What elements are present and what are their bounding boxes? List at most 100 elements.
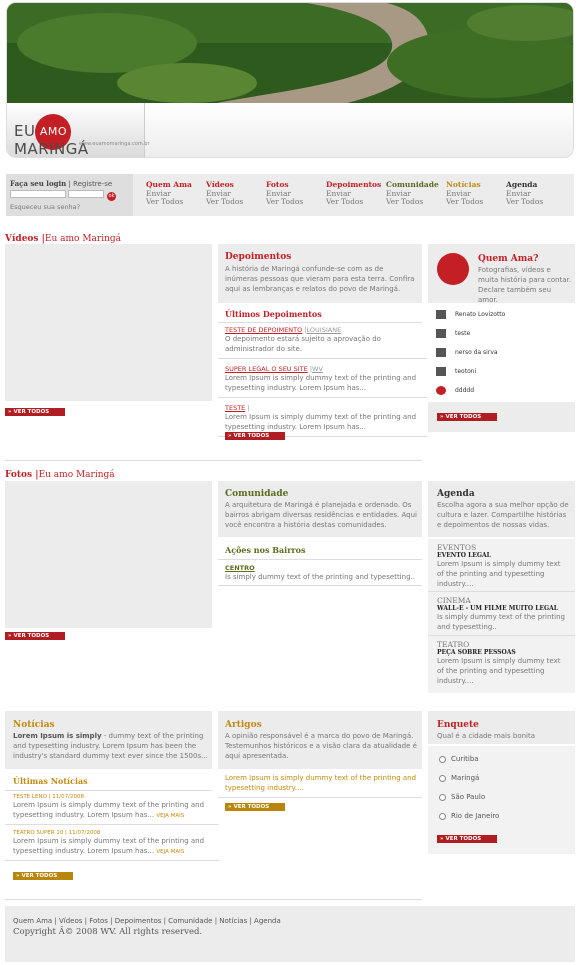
poll-option[interactable]: Rio de Janeiro — [439, 812, 499, 820]
agenda-event: CINEMA WALL-E - UM FILME MUITO LEGAL Is si… — [428, 591, 575, 635]
logo[interactable]: EU AMOMARINGÁ www.euamomaringa.com.br — [7, 103, 150, 158]
nav-item-ver-todos[interactable]: Ver Todos — [506, 197, 566, 207]
enquete-title: Enquete — [437, 720, 479, 730]
agenda-list: EVENTOS EVENTO LEGAL Lorem Ipsum is simply… — [428, 539, 575, 693]
artigos-ver-todos-button[interactable]: » VER TODOS — [225, 803, 285, 811]
heart-circle-icon — [437, 253, 469, 285]
user-name[interactable]: ddddd — [455, 387, 474, 394]
comunidade-intro: Comunidade A arquitetura de Maringá é pl… — [218, 481, 422, 537]
veja-mais-link[interactable]: VEJA MAIS — [156, 813, 184, 819]
user-name[interactable]: nerso da sirva — [455, 349, 498, 356]
login-ok-button[interactable]: ok — [107, 192, 116, 201]
nav-item-4[interactable]: Comunidade Enviar Ver Todos — [386, 180, 446, 207]
ultimas-noticias-title: Últimas Notícias — [13, 776, 88, 786]
agenda-event-text: Lorem Ipsum is simply dummy text of the … — [437, 560, 561, 588]
logo-pre: EU — [14, 122, 36, 140]
agenda-text: Escolha agora a sua melhor opção de cult… — [437, 501, 569, 529]
poll-option[interactable]: São Paulo — [439, 793, 485, 801]
user-name[interactable]: teste — [455, 330, 470, 337]
footer-links[interactable]: Quem Ama | Vídeos | Fotos | Depoimentos … — [13, 917, 281, 925]
videos-ver-todos-button[interactable]: » VER TODOS — [5, 408, 65, 416]
enquete-question: Qual é a cidade mais bonita — [437, 732, 536, 740]
agenda-event-category: EVENTOS — [437, 543, 477, 552]
nav-item-0[interactable]: Quem Ama Enviar Ver Todos — [146, 180, 206, 207]
forgot-password-link[interactable]: Esqueceu sua senha? — [10, 203, 129, 211]
comunidade-item-link[interactable]: CENTRO — [225, 564, 255, 572]
nav-item-ver-todos[interactable]: Ver Todos — [266, 197, 326, 207]
logo-post: MARINGÁ — [14, 140, 89, 158]
nav-item-5[interactable]: Notícias Enviar Ver Todos — [446, 180, 506, 207]
depoimento-author[interactable]: WV — [312, 365, 323, 373]
agenda-event: EVENTOS EVENTO LEGAL Lorem Ipsum is simply… — [428, 539, 575, 591]
noticias-text: Lorem Ipsum is simply - dummy text of th… — [13, 732, 208, 760]
enquete-ver-todos-button[interactable]: » VER TODOS — [437, 835, 497, 843]
user-row[interactable]: teotoni — [428, 362, 575, 381]
user-row[interactable]: ddddd — [428, 381, 575, 400]
depoimento-link[interactable]: SUPER LEGAL O SEU SITE — [225, 365, 308, 373]
artigos-text: A opinião responsável é a marca do povo … — [225, 732, 417, 760]
depoimentos-list: TESTE DE DEPOIMENTO |LOUISIANE O depoimen… — [218, 326, 427, 443]
user-name[interactable]: Renato Lovizotto — [455, 311, 505, 318]
depoimentos-intro: Depoimentos A história de Maringá confun… — [218, 244, 422, 303]
quemama-ver-todos-button[interactable]: » VER TODOS — [437, 413, 497, 421]
radio-button[interactable] — [439, 755, 446, 763]
agenda-event-category: TEATRO — [437, 640, 470, 649]
agenda-title: Agenda — [437, 489, 475, 499]
noticia-text: Lorem Ipsum is simply dummy text of the … — [13, 801, 205, 819]
ultimos-depoimentos-title: Últimos Depoimentos — [225, 309, 322, 319]
nav-item-ver-todos[interactable]: Ver Todos — [386, 197, 446, 207]
fotos-ver-todos-button[interactable]: » VER TODOS — [5, 632, 65, 640]
main-nav: Faça seu login | Registre-se ok Esqueceu… — [6, 174, 574, 216]
video-player[interactable] — [5, 244, 212, 401]
user-row[interactable]: teste — [428, 324, 575, 343]
poll-option[interactable]: Curitiba — [439, 755, 479, 763]
nav-item-1[interactable]: Vídeos Enviar Ver Todos — [206, 180, 266, 207]
depoimento-link[interactable]: TESTE — [225, 404, 245, 412]
logo-band: EU AMOMARINGÁ www.euamomaringa.com.br — [7, 103, 573, 158]
login-label: Faça seu login — [10, 179, 67, 188]
veja-mais-link[interactable]: VEJA MAIS — [156, 849, 184, 855]
avatar — [436, 310, 446, 319]
register-link[interactable]: Registre-se — [73, 180, 112, 188]
agenda-intro: Agenda Escolha agora a sua melhor opção … — [428, 481, 575, 537]
avatar — [436, 386, 446, 395]
agenda-event-name[interactable]: PEÇA SOBRE PESSOAS — [437, 649, 566, 656]
logo-url: www.euamomaringa.com.br — [79, 141, 150, 147]
agenda-event-name[interactable]: WALL-E - UM FILME MUITO LEGAL — [437, 605, 566, 612]
nav-item-ver-todos[interactable]: Ver Todos — [146, 197, 206, 207]
depoimentos-ver-todos-button[interactable]: » VER TODOS — [225, 432, 285, 440]
user-row[interactable]: Renato Lovizotto — [428, 305, 575, 324]
footer-copyright: Copyright Â© 2008 WV. All rights reserve… — [13, 927, 203, 937]
user-row[interactable]: nerso da sirva — [428, 343, 575, 362]
user-name[interactable]: teotoni — [455, 368, 476, 375]
poll-option-label: Rio de Janeiro — [451, 812, 500, 820]
photo-viewer[interactable] — [5, 481, 212, 628]
poll-option[interactable]: Maringá — [439, 774, 479, 782]
radio-button[interactable] — [439, 793, 446, 801]
depoimento-item: TESTE DE DEPOIMENTO |LOUISIANE O depoimen… — [218, 326, 427, 359]
depoimento-author[interactable]: LOUISIANE — [307, 326, 342, 334]
nav-item-ver-todos[interactable]: Ver Todos — [326, 197, 386, 207]
agenda-event-name[interactable]: EVENTO LEGAL — [437, 552, 566, 559]
artigos-intro: Artigos A opinião responsável é a marca … — [218, 711, 422, 769]
river-photo — [7, 3, 573, 103]
noticias-intro: Notícias Lorem Ipsum is simply - dummy t… — [5, 711, 212, 769]
noticia-item: TEATRO SUPER 10 | 11/07/2008 Lorem Ipsum … — [5, 830, 219, 861]
login-pass-input[interactable] — [68, 190, 104, 198]
nav-item-ver-todos[interactable]: Ver Todos — [446, 197, 506, 207]
depoimento-link[interactable]: TESTE DE DEPOIMENTO — [225, 326, 302, 334]
nav-item-3[interactable]: Depoimentos Enviar Ver Todos — [326, 180, 386, 207]
login-user-input[interactable] — [10, 190, 66, 198]
poll-option-label: Curitiba — [451, 755, 479, 763]
depoimento-text: Lorem Ipsum is simply dummy text of the … — [225, 413, 417, 431]
artigos-link[interactable]: Lorem Ipsum is simply dummy text of the … — [225, 773, 420, 793]
radio-button[interactable] — [439, 774, 446, 782]
noticias-title: Notícias — [13, 720, 55, 730]
depoimentos-text: A história de Maringá confunde-se com as… — [225, 265, 415, 293]
nav-item-2[interactable]: Fotos Enviar Ver Todos — [266, 180, 326, 207]
noticias-ver-todos-button[interactable]: » VER TODOS — [13, 872, 73, 880]
nav-item-ver-todos[interactable]: Ver Todos — [206, 197, 266, 207]
nav-item-6[interactable]: Agenda Enviar Ver Todos — [506, 180, 566, 207]
radio-button[interactable] — [439, 812, 446, 820]
videos-title: Vídeos |Eu amo Maringá — [5, 234, 122, 244]
